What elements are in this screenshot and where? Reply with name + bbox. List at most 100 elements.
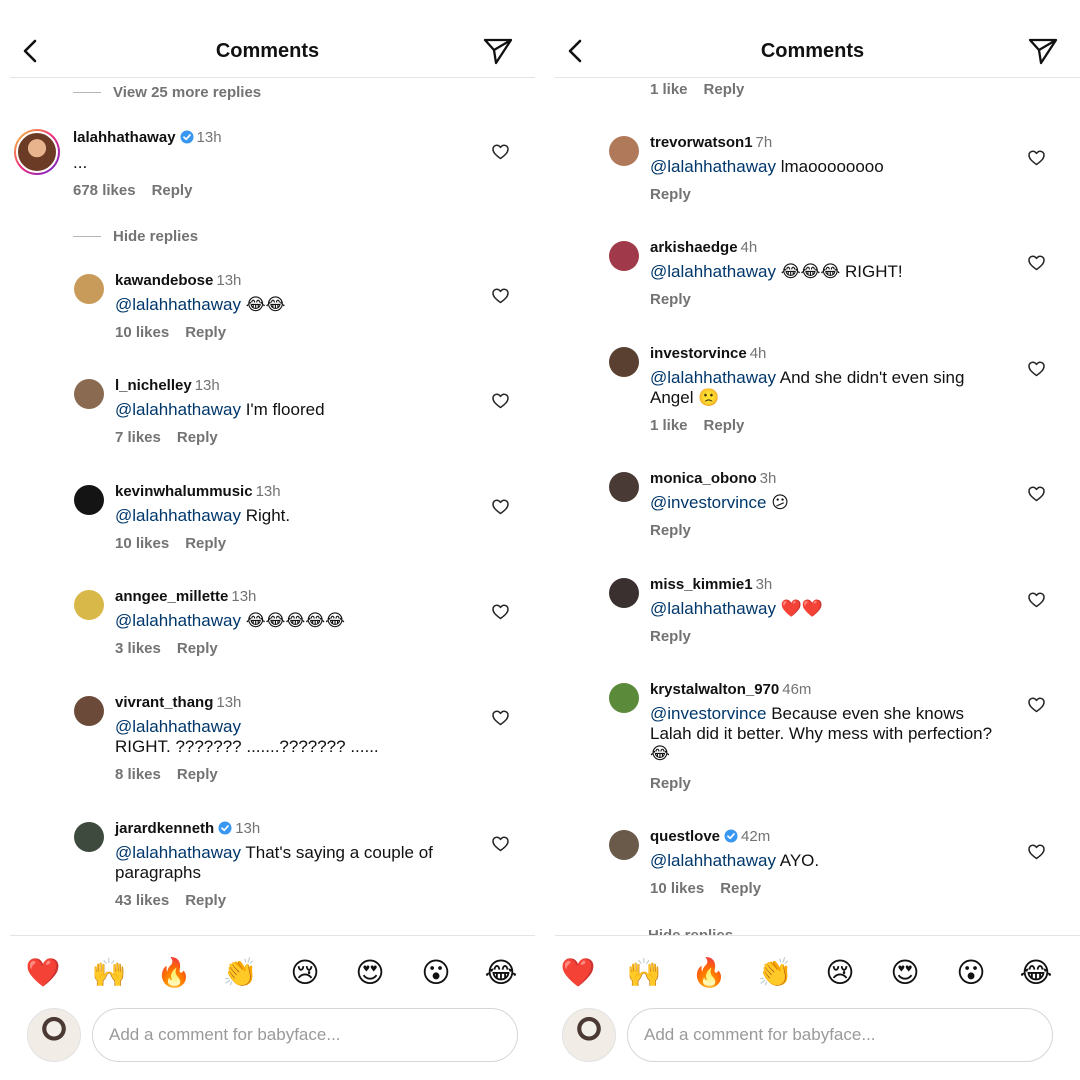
- comment-list[interactable]: 1 like Reply trevorwatson1 7h @lalahhathaw…: [545, 79, 1080, 935]
- heart-outline-icon[interactable]: [1028, 150, 1045, 166]
- avatar[interactable]: [609, 830, 639, 860]
- reply-button[interactable]: Reply: [177, 766, 218, 783]
- like-count[interactable]: 3 likes: [115, 640, 161, 657]
- mention-link[interactable]: @investorvince: [650, 493, 766, 512]
- avatar[interactable]: [74, 274, 104, 304]
- username[interactable]: lalahhathaway: [73, 129, 176, 146]
- view-more-replies[interactable]: View 25 more replies: [73, 84, 261, 101]
- like-count[interactable]: 8 likes: [115, 766, 161, 783]
- emoji-raised-hands[interactable]: 🙌: [89, 953, 129, 993]
- heart-outline-icon[interactable]: [492, 604, 509, 620]
- like-count[interactable]: 10 likes: [650, 880, 704, 897]
- heart-outline-icon[interactable]: [492, 836, 509, 852]
- mention-link[interactable]: @lalahhathaway: [115, 843, 241, 862]
- username[interactable]: investorvince: [650, 345, 747, 362]
- avatar[interactable]: [14, 129, 60, 175]
- avatar[interactable]: [609, 241, 639, 271]
- paper-plane-icon[interactable]: [1028, 37, 1058, 65]
- avatar[interactable]: [609, 578, 639, 608]
- hide-replies[interactable]: Hide replies: [73, 228, 198, 245]
- username[interactable]: vivrant_thang: [115, 694, 213, 711]
- reply-button[interactable]: Reply: [177, 640, 218, 657]
- reply-button[interactable]: Reply: [185, 892, 226, 909]
- mention-link[interactable]: @lalahhathaway: [115, 717, 241, 736]
- emoji-cry[interactable]: 😢: [285, 953, 325, 993]
- emoji-heart[interactable]: ❤️: [23, 953, 63, 993]
- emoji-fire[interactable]: 🔥: [689, 953, 729, 993]
- username[interactable]: anngee_millette: [115, 588, 228, 605]
- heart-outline-icon[interactable]: [1028, 486, 1045, 502]
- username[interactable]: jarardkenneth: [115, 820, 214, 837]
- reply-button[interactable]: Reply: [152, 182, 193, 199]
- heart-outline-icon[interactable]: [492, 393, 509, 409]
- heart-outline-icon[interactable]: [1028, 697, 1045, 713]
- avatar[interactable]: [74, 590, 104, 620]
- avatar[interactable]: [74, 696, 104, 726]
- emoji-surprised[interactable]: 😮: [416, 953, 456, 993]
- comment-input[interactable]: [627, 1008, 1053, 1062]
- emoji-heart-eyes[interactable]: 😍: [885, 953, 925, 993]
- avatar[interactable]: [609, 136, 639, 166]
- username[interactable]: miss_kimmie1: [650, 576, 753, 593]
- mention-link[interactable]: @lalahhathaway: [115, 611, 241, 630]
- reply-button[interactable]: Reply: [650, 186, 691, 203]
- mention-link[interactable]: @lalahhathaway: [650, 599, 776, 618]
- avatar[interactable]: [74, 822, 104, 852]
- username[interactable]: kevinwhalummusic: [115, 483, 253, 500]
- hide-replies[interactable]: Hide replies: [608, 927, 733, 935]
- heart-outline-icon[interactable]: [1028, 361, 1045, 377]
- reply-button[interactable]: Reply: [720, 880, 761, 897]
- emoji-surprised[interactable]: 😮: [951, 953, 991, 993]
- like-count[interactable]: 1 like: [650, 81, 688, 98]
- reply-button[interactable]: Reply: [185, 324, 226, 341]
- heart-outline-icon[interactable]: [1028, 255, 1045, 271]
- reply-button[interactable]: Reply: [704, 81, 745, 98]
- reply-button[interactable]: Reply: [650, 775, 691, 792]
- like-count[interactable]: 1 like: [650, 417, 688, 434]
- reply-button[interactable]: Reply: [177, 429, 218, 446]
- emoji-heart[interactable]: ❤️: [558, 953, 598, 993]
- emoji-laughing[interactable]: 😂: [481, 953, 521, 993]
- username[interactable]: arkishaedge: [650, 239, 738, 256]
- like-count[interactable]: 43 likes: [115, 892, 169, 909]
- avatar[interactable]: [609, 683, 639, 713]
- username[interactable]: l_nichelley: [115, 377, 192, 394]
- username[interactable]: monica_obono: [650, 470, 757, 487]
- mention-link[interactable]: @lalahhathaway: [115, 295, 241, 314]
- heart-outline-icon[interactable]: [492, 710, 509, 726]
- avatar[interactable]: [609, 472, 639, 502]
- like-count[interactable]: 10 likes: [115, 324, 169, 341]
- reply-button[interactable]: Reply: [704, 417, 745, 434]
- username[interactable]: kawandebose: [115, 272, 213, 289]
- reply-button[interactable]: Reply: [185, 535, 226, 552]
- emoji-cry[interactable]: 😢: [820, 953, 860, 993]
- emoji-raised-hands[interactable]: 🙌: [624, 953, 664, 993]
- avatar[interactable]: [609, 347, 639, 377]
- mention-link[interactable]: @lalahhathaway: [115, 400, 241, 419]
- mention-link[interactable]: @lalahhathaway: [115, 506, 241, 525]
- like-count[interactable]: 7 likes: [115, 429, 161, 446]
- heart-outline-icon[interactable]: [492, 144, 509, 160]
- emoji-clap[interactable]: 👏: [220, 953, 260, 993]
- heart-outline-icon[interactable]: [1028, 592, 1045, 608]
- emoji-laughing[interactable]: 😂: [1016, 953, 1056, 993]
- username[interactable]: trevorwatson1: [650, 134, 753, 151]
- emoji-fire[interactable]: 🔥: [154, 953, 194, 993]
- username[interactable]: questlove: [650, 828, 720, 845]
- mention-link[interactable]: @lalahhathaway: [650, 157, 776, 176]
- heart-outline-icon[interactable]: [492, 499, 509, 515]
- avatar[interactable]: [74, 485, 104, 515]
- reply-button[interactable]: Reply: [650, 522, 691, 539]
- comment-input[interactable]: [92, 1008, 518, 1062]
- paper-plane-icon[interactable]: [483, 37, 513, 65]
- comment-list[interactable]: View 25 more replies lalahhathaway 13h ..…: [0, 79, 535, 935]
- heart-outline-icon[interactable]: [1028, 844, 1045, 860]
- emoji-clap[interactable]: 👏: [755, 953, 795, 993]
- mention-link[interactable]: @investorvince: [650, 704, 766, 723]
- like-count[interactable]: 678 likes: [73, 182, 136, 199]
- avatar[interactable]: [74, 379, 104, 409]
- mention-link[interactable]: @lalahhathaway: [650, 851, 776, 870]
- mention-link[interactable]: @lalahhathaway: [650, 262, 776, 281]
- emoji-heart-eyes[interactable]: 😍: [350, 953, 390, 993]
- reply-button[interactable]: Reply: [650, 628, 691, 645]
